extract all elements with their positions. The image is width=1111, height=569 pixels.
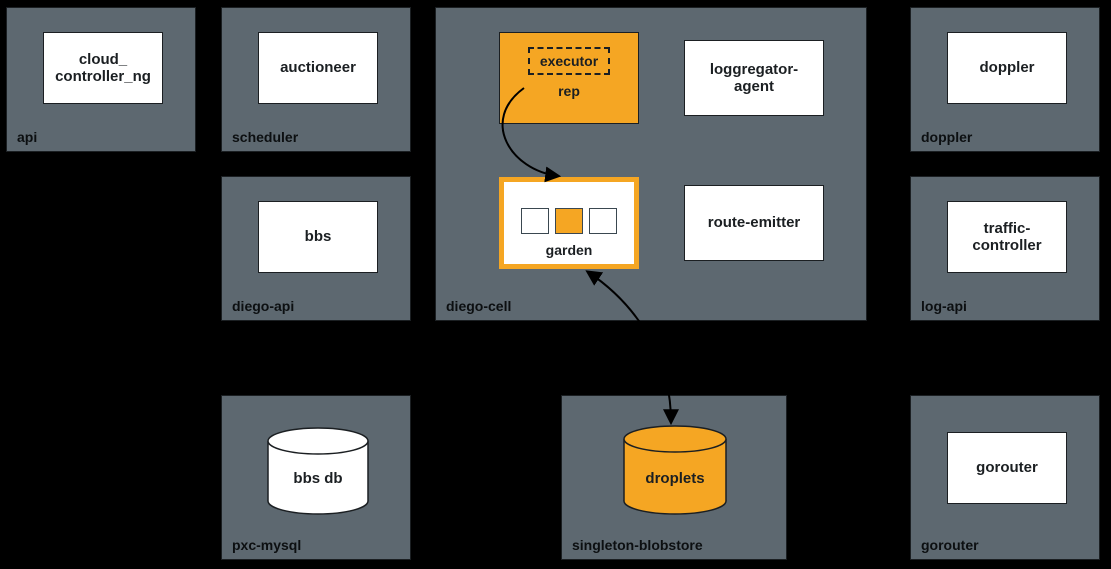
diego-cell-label: diego-cell (446, 298, 511, 314)
doppler-container: doppler doppler (910, 7, 1100, 152)
log-api-label: log-api (921, 298, 967, 314)
bbs-box: bbs (258, 201, 378, 273)
cloud-controller-ng-box: cloud_ controller_ng (43, 32, 163, 104)
container-icon (521, 208, 549, 234)
garden-label: garden (546, 242, 593, 258)
container-icon (589, 208, 617, 234)
bbs-db-cylinder: bbs db (266, 426, 370, 516)
pxc-mysql-container: bbs db pxc-mysql (221, 395, 411, 560)
container-icon (555, 208, 583, 234)
auctioneer-box: auctioneer (258, 32, 378, 104)
garden-containers-row (521, 208, 617, 234)
singleton-blobstore-container: droplets singleton-blobstore (561, 395, 787, 560)
api-container: cloud_ controller_ng api (6, 7, 196, 152)
doppler-box: doppler (947, 32, 1067, 104)
gorouter-box: gorouter (947, 432, 1067, 504)
gorouter-container: gorouter gorouter (910, 395, 1100, 560)
route-emitter-box: route-emitter (684, 185, 824, 261)
pxc-mysql-label: pxc-mysql (232, 537, 301, 553)
log-api-container: traffic- controller log-api (910, 176, 1100, 321)
scheduler-label: scheduler (232, 129, 298, 145)
api-label: api (17, 129, 37, 145)
droplets-label: droplets (622, 470, 728, 487)
gorouter-container-label: gorouter (921, 537, 979, 553)
diego-cell-container: executor rep loggregator- agent garden r… (435, 7, 867, 321)
executor-box: executor (528, 47, 610, 75)
droplets-cylinder: droplets (622, 424, 728, 516)
rep-box: executor rep (499, 32, 639, 124)
singleton-blobstore-label: singleton-blobstore (572, 537, 703, 553)
doppler-container-label: doppler (921, 129, 972, 145)
loggregator-agent-box: loggregator- agent (684, 40, 824, 116)
diego-api-container: bbs diego-api (221, 176, 411, 321)
rep-label: rep (558, 83, 580, 99)
scheduler-container: auctioneer scheduler (221, 7, 411, 152)
diego-api-label: diego-api (232, 298, 294, 314)
bbs-db-label: bbs db (266, 470, 370, 487)
traffic-controller-box: traffic- controller (947, 201, 1067, 273)
garden-box: garden (499, 177, 639, 269)
